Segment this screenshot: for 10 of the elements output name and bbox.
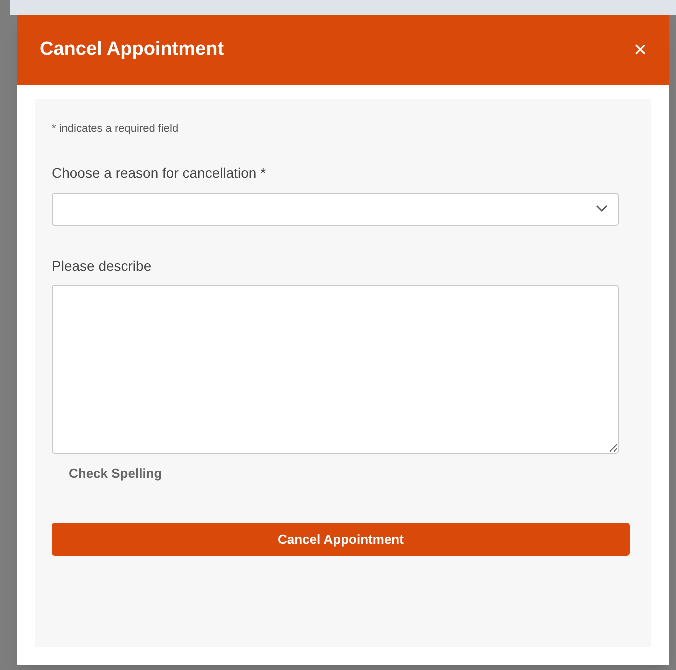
chevron-down-icon <box>596 205 608 213</box>
required-note: * indicates a required field <box>52 122 179 137</box>
description-field[interactable] <box>52 284 619 454</box>
check-spelling-button[interactable]: Check Spelling <box>64 462 168 485</box>
cancel-appointment-button[interactable]: Cancel Appointment <box>52 523 630 556</box>
close-button[interactable]: × <box>634 39 647 61</box>
reason-label: Choose a reason for cancellation * <box>52 164 266 182</box>
dialog-title: Cancel Appointment <box>40 38 224 62</box>
reason-select[interactable] <box>52 192 619 226</box>
description-label: Please describe <box>52 256 152 276</box>
